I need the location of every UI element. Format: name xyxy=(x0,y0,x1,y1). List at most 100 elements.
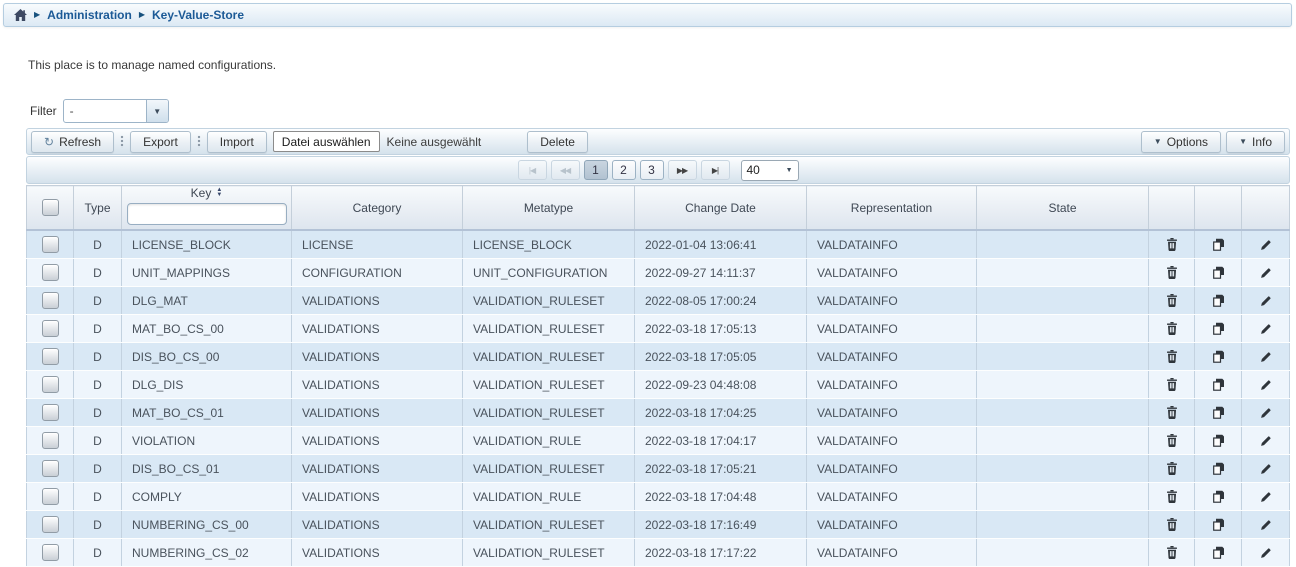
delete-button[interactable]: Delete xyxy=(527,131,588,153)
first-page-button[interactable]: |◀ xyxy=(518,160,547,180)
refresh-button[interactable]: ↻ Refresh xyxy=(31,131,114,153)
row-checkbox[interactable] xyxy=(42,292,59,309)
edit-pencil-icon[interactable] xyxy=(1256,375,1276,395)
copy-row-button[interactable] xyxy=(1208,375,1228,395)
delete-row-button[interactable] xyxy=(1162,375,1182,395)
type-cell: D xyxy=(74,483,122,511)
column-header-change-date: Change Date xyxy=(635,186,807,231)
copy-row-button[interactable] xyxy=(1208,543,1228,563)
delete-row-button[interactable] xyxy=(1162,263,1182,283)
row-checkbox[interactable] xyxy=(42,404,59,421)
state-cell xyxy=(977,455,1149,483)
row-checkbox[interactable] xyxy=(42,264,59,281)
category-cell: VALIDATIONS xyxy=(292,371,463,399)
filter-select[interactable]: - ▼ xyxy=(63,99,169,123)
delete-row-button[interactable] xyxy=(1162,543,1182,563)
delete-row-button[interactable] xyxy=(1162,487,1182,507)
row-checkbox[interactable] xyxy=(42,320,59,337)
delete-row-button[interactable] xyxy=(1162,319,1182,339)
breadcrumb-item-administration[interactable]: Administration xyxy=(47,8,132,22)
last-page-button[interactable]: ▶| xyxy=(701,160,730,180)
row-select-cell xyxy=(27,427,74,455)
previous-page-button[interactable]: ◀◀ xyxy=(551,160,580,180)
edit-action-cell xyxy=(1242,287,1290,315)
column-header-key[interactable]: Key ▲ ▼ xyxy=(122,186,292,231)
info-button-label: Info xyxy=(1252,135,1272,149)
delete-row-button[interactable] xyxy=(1162,459,1182,479)
breadcrumb-item-key-value-store[interactable]: Key-Value-Store xyxy=(152,8,244,22)
row-select-cell xyxy=(27,259,74,287)
delete-row-button[interactable] xyxy=(1162,291,1182,311)
edit-action-cell xyxy=(1242,483,1290,511)
edit-pencil-icon[interactable] xyxy=(1256,515,1276,535)
row-checkbox[interactable] xyxy=(42,376,59,393)
trash-icon xyxy=(1166,266,1178,279)
home-icon[interactable] xyxy=(13,8,27,22)
copy-row-button[interactable] xyxy=(1208,487,1228,507)
info-dropdown-button[interactable]: ▼ Info xyxy=(1226,131,1285,153)
state-cell xyxy=(977,371,1149,399)
select-all-checkbox[interactable] xyxy=(42,199,59,216)
filter-dropdown-button[interactable]: ▼ xyxy=(146,100,168,122)
edit-pencil-icon[interactable] xyxy=(1256,347,1276,367)
page-button-3[interactable]: 3 xyxy=(640,160,664,180)
delete-row-button[interactable] xyxy=(1162,431,1182,451)
edit-pencil-icon[interactable] xyxy=(1256,459,1276,479)
trash-icon xyxy=(1166,462,1178,475)
copy-row-button[interactable] xyxy=(1208,431,1228,451)
edit-pencil-icon[interactable] xyxy=(1256,543,1276,563)
delete-row-button[interactable] xyxy=(1162,515,1182,535)
key-filter-input[interactable] xyxy=(127,203,287,225)
copy-row-button[interactable] xyxy=(1208,515,1228,535)
row-checkbox[interactable] xyxy=(42,432,59,449)
edit-pencil-icon[interactable] xyxy=(1256,319,1276,339)
edit-pencil-icon[interactable] xyxy=(1256,263,1276,283)
row-checkbox[interactable] xyxy=(42,488,59,505)
change-date-cell: 2022-03-18 17:04:48 xyxy=(635,483,807,511)
key-cell: DLG_DIS xyxy=(122,371,292,399)
export-button-label: Export xyxy=(143,135,178,149)
column-header-type: Type xyxy=(74,186,122,231)
table-row: D DLG_DIS VALIDATIONS VALIDATION_RULESET… xyxy=(27,371,1290,399)
delete-action-cell xyxy=(1149,259,1195,287)
row-checkbox[interactable] xyxy=(42,516,59,533)
copy-icon xyxy=(1212,322,1225,335)
delete-row-button[interactable] xyxy=(1162,235,1182,255)
edit-pencil-icon[interactable] xyxy=(1256,235,1276,255)
copy-row-button[interactable] xyxy=(1208,403,1228,423)
row-checkbox[interactable] xyxy=(42,544,59,561)
choose-file-button[interactable]: Datei auswählen xyxy=(273,131,380,152)
copy-row-button[interactable] xyxy=(1208,459,1228,479)
options-dropdown-button[interactable]: ▼ Options xyxy=(1141,131,1221,153)
export-button[interactable]: Export xyxy=(130,131,191,153)
copy-row-button[interactable] xyxy=(1208,263,1228,283)
column-header-metatype: Metatype xyxy=(463,186,635,231)
representation-cell: VALDATAINFO xyxy=(807,427,977,455)
sort-icon[interactable]: ▲ ▼ xyxy=(216,188,222,198)
page-button-2[interactable]: 2 xyxy=(612,160,636,180)
change-date-cell: 2022-03-18 17:04:17 xyxy=(635,427,807,455)
row-checkbox[interactable] xyxy=(42,348,59,365)
next-page-button[interactable]: ▶▶ xyxy=(668,160,697,180)
delete-row-button[interactable] xyxy=(1162,347,1182,367)
representation-cell: VALDATAINFO xyxy=(807,230,977,259)
delete-action-cell xyxy=(1149,315,1195,343)
edit-pencil-icon[interactable] xyxy=(1256,291,1276,311)
column-header-state: State xyxy=(977,186,1149,231)
edit-pencil-icon[interactable] xyxy=(1256,431,1276,451)
edit-pencil-icon[interactable] xyxy=(1256,403,1276,423)
delete-row-button[interactable] xyxy=(1162,403,1182,423)
delete-action-cell xyxy=(1149,230,1195,259)
page-size-select[interactable]: 40 ▼ xyxy=(741,160,799,181)
copy-row-button[interactable] xyxy=(1208,347,1228,367)
edit-pencil-icon[interactable] xyxy=(1256,487,1276,507)
import-button[interactable]: Import xyxy=(207,131,267,153)
page-button-1[interactable]: 1 xyxy=(584,160,608,180)
trash-icon xyxy=(1166,294,1178,307)
change-date-cell: 2022-03-18 17:17:22 xyxy=(635,539,807,567)
row-checkbox[interactable] xyxy=(42,236,59,253)
copy-row-button[interactable] xyxy=(1208,291,1228,311)
row-checkbox[interactable] xyxy=(42,460,59,477)
copy-row-button[interactable] xyxy=(1208,319,1228,339)
copy-row-button[interactable] xyxy=(1208,235,1228,255)
